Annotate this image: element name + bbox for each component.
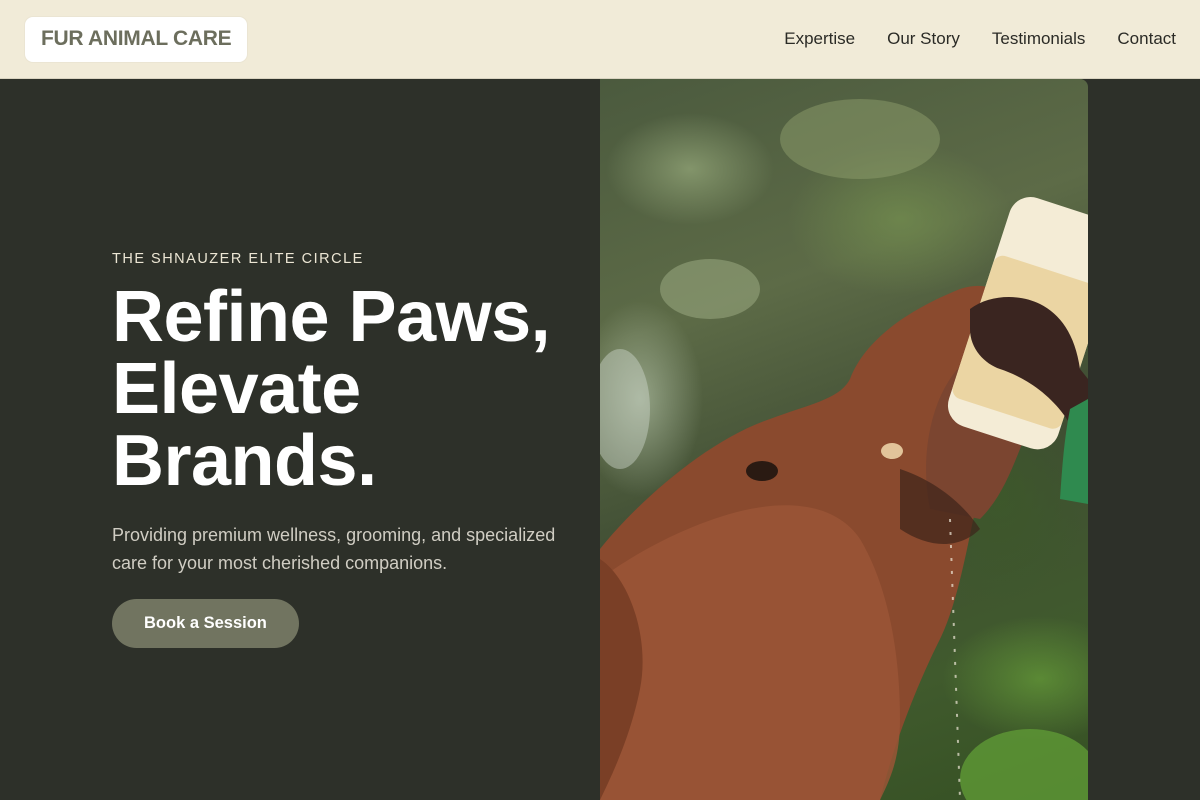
headline-line: Brands.: [112, 421, 377, 501]
site-header: FUR ANIMAL CARE Expertise Our Story Test…: [0, 0, 1200, 79]
headline-line: Elevate: [112, 349, 361, 429]
hero-eyebrow: THE SHNAUZER ELITE CIRCLE: [112, 251, 364, 267]
nav-link-contact[interactable]: Contact: [1117, 29, 1176, 49]
hero-section: THE SHNAUZER ELITE CIRCLE Refine Paws, E…: [0, 79, 1200, 800]
book-session-button[interactable]: Book a Session: [112, 599, 299, 648]
nav-link-expertise[interactable]: Expertise: [784, 29, 855, 49]
nav-link-testimonials[interactable]: Testimonials: [992, 29, 1086, 49]
brand-logo[interactable]: FUR ANIMAL CARE: [25, 16, 248, 62]
hero-content: THE SHNAUZER ELITE CIRCLE Refine Paws, E…: [112, 251, 582, 648]
hero-headline: Refine Paws, Elevate Brands.: [112, 281, 582, 497]
hero-subtext: Providing premium wellness, grooming, an…: [112, 525, 556, 573]
nav-link-our-story[interactable]: Our Story: [887, 29, 960, 49]
hero-photo: [600, 79, 1088, 800]
elephant-illustration: [600, 99, 1088, 800]
headline-line: Refine Paws,: [112, 277, 551, 357]
main-nav: Expertise Our Story Testimonials Contact: [784, 29, 1176, 49]
